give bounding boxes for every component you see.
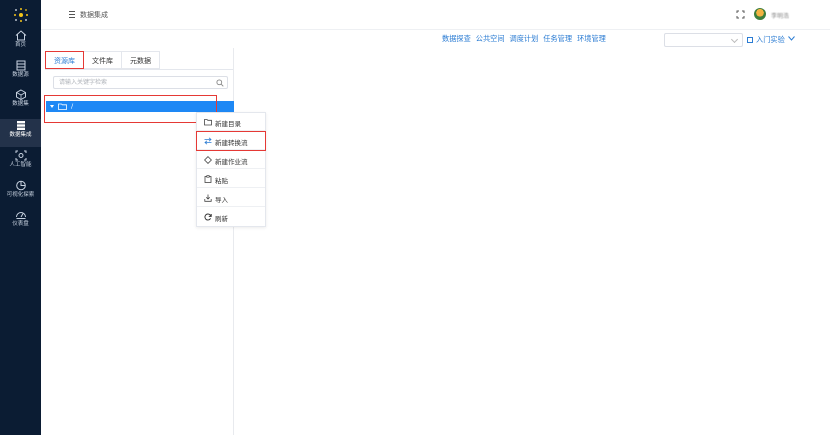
chart-icon <box>15 180 26 191</box>
menu-item-label: 粘贴 <box>215 177 228 185</box>
intro-lab-label: 入门实验 <box>756 35 785 44</box>
chevron-down-icon <box>788 36 795 41</box>
link-schedule-plan[interactable]: 调度计划 <box>510 34 539 44</box>
avatar[interactable] <box>754 8 766 20</box>
home-icon <box>15 30 26 41</box>
top-bar: 数据集成 李明浩 <box>41 0 830 30</box>
transform-icon <box>204 137 212 145</box>
sidebar-item-visual-explore[interactable]: 可视化探索 <box>0 180 41 206</box>
sidebar-item-integration[interactable]: 数据集成 <box>0 119 41 147</box>
page-title: 数据集成 <box>69 10 108 20</box>
tabs-divider <box>45 69 233 70</box>
folder-icon <box>204 119 212 126</box>
link-env-management[interactable]: 环境管理 <box>577 34 606 44</box>
refresh-icon <box>204 213 212 221</box>
panel-tabs: 资源库 文件库 元数据 <box>45 51 160 69</box>
sidebar-item-dataset[interactable]: 数据集 <box>0 89 41 115</box>
sidebar-item-label: 仪表盘 <box>12 221 29 227</box>
tab-metadata[interactable]: 元数据 <box>122 51 160 69</box>
link-data-explore[interactable]: 数据探查 <box>442 34 471 44</box>
canvas-area[interactable] <box>235 48 830 435</box>
search-icon[interactable] <box>216 79 224 87</box>
sidebar-item-home[interactable]: 首页 <box>0 30 41 56</box>
integration-icon <box>16 121 25 130</box>
sidebar-item-label: 数据集 <box>12 101 29 107</box>
sidebar-item-label: 可视化探索 <box>6 192 35 198</box>
tree-root-highlight <box>44 95 217 123</box>
sidebar-item-label: 数据源 <box>12 72 29 78</box>
tab-resource-library[interactable]: 资源库 <box>45 51 84 69</box>
paste-icon <box>204 175 212 183</box>
menu-doc-icon <box>69 11 75 18</box>
book-icon <box>747 37 753 43</box>
sidebar-item-ai[interactable]: 人工智能 <box>0 150 41 176</box>
logo-icon <box>14 8 28 22</box>
dataset-icon <box>15 89 26 100</box>
intro-lab-button[interactable]: 入门实验 <box>747 35 795 45</box>
sidebar-item-dashboard[interactable]: 仪表盘 <box>0 209 41 235</box>
sidebar: 首页 数据源 数据集 数据集成 人工智能 可视化探索 仪表盘 <box>0 0 41 435</box>
sidebar-item-datasource[interactable]: 数据源 <box>0 60 41 86</box>
search-input[interactable] <box>54 77 214 88</box>
link-task-management[interactable]: 任务管理 <box>543 34 572 44</box>
sidebar-item-label: 数据集成 <box>9 132 32 138</box>
database-icon <box>16 60 25 71</box>
sidebar-item-label: 人工智能 <box>9 162 32 168</box>
fullscreen-icon[interactable] <box>736 10 745 19</box>
chevron-down-icon <box>730 35 739 44</box>
search-box <box>53 76 228 89</box>
menu-item-label: 刷新 <box>215 215 228 223</box>
menu-item-label: 导入 <box>215 196 228 204</box>
username[interactable]: 李明浩 <box>771 11 789 20</box>
page-title-text: 数据集成 <box>80 11 108 19</box>
link-public-space[interactable]: 公共空间 <box>476 34 505 44</box>
dashboard-icon <box>15 212 26 219</box>
sidebar-item-label: 首页 <box>14 42 26 48</box>
tab-file-library[interactable]: 文件库 <box>84 51 122 69</box>
project-select[interactable] <box>664 33 743 47</box>
diamond-icon <box>204 156 212 164</box>
ai-icon <box>15 150 26 161</box>
header-links: 数据探查 公共空间 调度计划 任务管理 环境管理 <box>442 34 606 44</box>
import-icon <box>204 194 212 202</box>
